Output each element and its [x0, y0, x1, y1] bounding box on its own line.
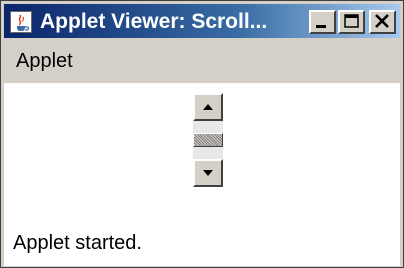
- arrow-down-icon: [203, 170, 213, 176]
- title-bar[interactable]: Applet Viewer: Scroll...: [4, 4, 400, 38]
- applet-viewer-window: Applet Viewer: Scroll... Applet Applet s…: [0, 0, 404, 268]
- maximize-icon: [344, 14, 359, 28]
- scroll-down-button[interactable]: [193, 159, 223, 187]
- close-icon: [375, 14, 389, 28]
- minimize-button[interactable]: [309, 10, 336, 34]
- arrow-up-icon: [203, 104, 213, 110]
- menu-bar: Applet: [4, 41, 400, 81]
- maximize-button[interactable]: [338, 10, 365, 34]
- java-icon[interactable]: [10, 11, 32, 33]
- close-button[interactable]: [369, 10, 396, 34]
- menu-applet[interactable]: Applet: [16, 49, 73, 73]
- window-title: Applet Viewer: Scroll...: [40, 10, 268, 33]
- applet-content-area: Applet started.: [4, 83, 400, 266]
- scroll-up-button[interactable]: [193, 93, 223, 121]
- scrollbar-thumb[interactable]: [193, 133, 223, 147]
- vertical-scrollbar[interactable]: [193, 93, 223, 187]
- minimize-icon: [316, 25, 326, 28]
- status-text: Applet started.: [13, 232, 142, 254]
